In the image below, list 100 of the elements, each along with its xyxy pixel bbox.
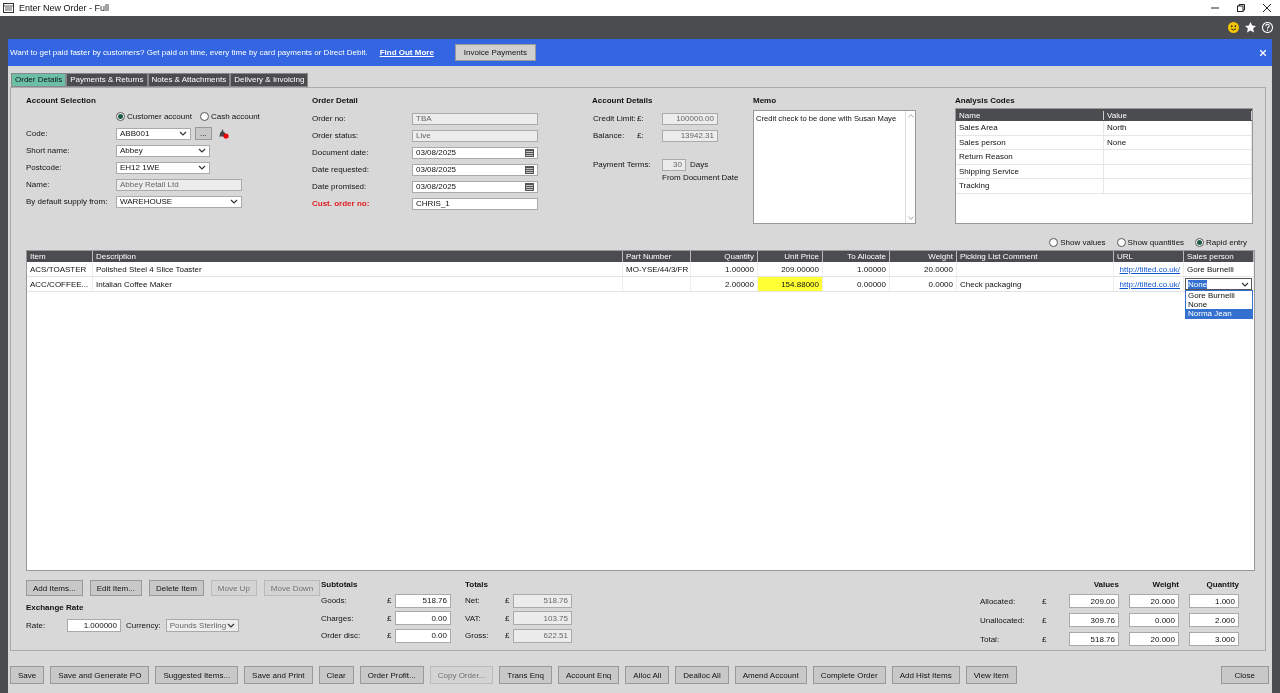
- column-header[interactable]: Unit Price: [758, 251, 823, 262]
- radio-button[interactable]: [116, 112, 125, 121]
- text-field[interactable]: CHRIS_1: [412, 197, 538, 210]
- dropdown-option[interactable]: Gore Burnelli: [1186, 291, 1252, 300]
- action-button[interactable]: Suggested Items...: [155, 666, 239, 684]
- amount-field[interactable]: 518.76: [1069, 632, 1119, 646]
- action-button[interactable]: Complete Order: [812, 666, 886, 684]
- radio-button[interactable]: [199, 112, 209, 121]
- table-cell: Gore Burnelli: [1184, 262, 1254, 276]
- rate-field[interactable]: 1.000000: [67, 619, 121, 632]
- action-button[interactable]: Account Enq: [557, 666, 620, 684]
- dropdown[interactable]: Abbey: [116, 144, 210, 157]
- radio-button[interactable]: [1116, 237, 1126, 247]
- column-header[interactable]: Part Number: [623, 251, 691, 262]
- currency-symbol: £: [1042, 634, 1048, 644]
- section-heading: Account Selection: [26, 96, 97, 107]
- amount-field[interactable]: 2.000: [1189, 613, 1239, 627]
- column-header[interactable]: Item: [27, 251, 93, 262]
- action-button[interactable]: Save and Generate PO: [50, 666, 150, 684]
- field-label: Name:: [26, 180, 51, 189]
- date-field[interactable]: 03/08/2025: [412, 146, 538, 159]
- dropdown-option[interactable]: Norma Jean: [1186, 309, 1252, 318]
- column-header[interactable]: Quantity: [691, 251, 758, 262]
- dropdown-caret-icon: [179, 131, 187, 136]
- calendar-icon[interactable]: [525, 182, 534, 191]
- smiley-icon[interactable]: [1228, 21, 1239, 33]
- url-link[interactable]: http://tilted.co.uk/: [1119, 279, 1180, 289]
- amount-field[interactable]: 0.00: [395, 611, 451, 626]
- dropdown[interactable]: WAREHOUSE: [116, 195, 242, 208]
- radio-button[interactable]: [1049, 237, 1059, 247]
- dropdown[interactable]: None: [1185, 278, 1252, 290]
- tab[interactable]: Order Details: [11, 73, 67, 87]
- item-button[interactable]: Edit Item...: [89, 580, 142, 596]
- dropdown[interactable]: ABB001: [116, 127, 191, 140]
- amount-field[interactable]: 3.000: [1189, 632, 1239, 646]
- tab[interactable]: Notes & Attachments: [147, 73, 231, 87]
- url-link[interactable]: http://tilted.co.uk/: [1119, 264, 1180, 274]
- action-button[interactable]: Dealloc All: [675, 666, 729, 684]
- action-button[interactable]: Amend Account: [734, 666, 807, 684]
- invoice-payments-button[interactable]: Invoice Payments: [454, 44, 536, 61]
- action-button[interactable]: Clear: [318, 666, 354, 684]
- column-header[interactable]: Description: [93, 251, 623, 262]
- action-button[interactable]: Save: [10, 666, 45, 684]
- tab[interactable]: Payments & Returns: [66, 73, 148, 87]
- read-only-field: Live: [412, 129, 538, 142]
- table-cell: Sales person: [956, 135, 1104, 149]
- table-cell[interactable]: North: [1104, 121, 1252, 135]
- calendar-icon[interactable]: [525, 165, 534, 174]
- dropdown[interactable]: EH12 1WE: [116, 161, 210, 174]
- column-header: Values: [1092, 580, 1119, 589]
- action-button[interactable]: View Item: [965, 666, 1017, 684]
- field-label: Code:: [26, 129, 49, 138]
- amount-field[interactable]: 0.000: [1129, 613, 1179, 627]
- table-cell: Return Reason: [956, 150, 1104, 164]
- help-icon[interactable]: [1262, 21, 1273, 33]
- star-icon[interactable]: [1245, 21, 1256, 33]
- minimize-icon[interactable]: [1211, 4, 1219, 12]
- restore-icon[interactable]: [1237, 4, 1245, 12]
- column-header[interactable]: Weight: [890, 251, 957, 262]
- find-out-more-link[interactable]: Find Out More: [379, 48, 434, 57]
- bell-alert-icon[interactable]: [217, 128, 229, 139]
- column-header[interactable]: Sales person: [1184, 251, 1254, 262]
- item-button[interactable]: Add Items...: [26, 580, 83, 596]
- dropdown-caret-icon: [1241, 281, 1249, 287]
- radio-label: Rapid entry: [1206, 237, 1247, 247]
- table-cell: Polished Steel 4 Slice Toaster: [93, 262, 623, 276]
- amount-field[interactable]: 518.76: [395, 593, 451, 608]
- column-header[interactable]: Picking List Comment: [957, 251, 1114, 262]
- action-button[interactable]: Order Profit...: [359, 666, 424, 684]
- field-label: Goods:: [321, 596, 348, 606]
- amount-field[interactable]: 20.000: [1129, 632, 1179, 646]
- amount-field[interactable]: 209.00: [1069, 594, 1119, 608]
- action-button[interactable]: Alloc All: [625, 666, 670, 684]
- radio-button[interactable]: [1195, 237, 1205, 247]
- table-cell[interactable]: None: [1104, 135, 1252, 149]
- table-cell: Shipping Service: [956, 164, 1104, 178]
- amount-field[interactable]: 0.00: [395, 628, 451, 643]
- tab[interactable]: Delivery & Invoicing: [230, 73, 309, 87]
- field-label: Allocated:: [980, 596, 1017, 606]
- column-header[interactable]: To Allocate: [823, 251, 890, 262]
- amount-field[interactable]: 20.000: [1129, 594, 1179, 608]
- close-button[interactable]: Close: [1220, 666, 1269, 684]
- dropdown-option[interactable]: None: [1186, 300, 1252, 309]
- table-cell: ACS/TOASTER: [27, 262, 93, 276]
- field-label: Payment Terms:: [593, 160, 652, 169]
- date-field[interactable]: 03/08/2025: [412, 163, 538, 176]
- field-label: Cust. order no:: [312, 199, 371, 208]
- calendar-icon[interactable]: [525, 148, 534, 157]
- item-button[interactable]: Delete Item: [148, 580, 204, 596]
- action-button[interactable]: Add Hist Items: [891, 666, 960, 684]
- action-button[interactable]: Trans Enq: [499, 666, 552, 684]
- amount-field[interactable]: 309.76: [1069, 613, 1119, 627]
- close-icon[interactable]: [1263, 4, 1271, 12]
- column-header[interactable]: URL: [1114, 251, 1184, 262]
- action-button[interactable]: Save and Print: [244, 666, 313, 684]
- amount-field[interactable]: 1.000: [1189, 594, 1239, 608]
- date-field[interactable]: 03/08/2025: [412, 180, 538, 193]
- column-header: Name: [956, 110, 1104, 120]
- lookup-button[interactable]: ...: [195, 127, 212, 140]
- section-heading: Analysis Codes: [955, 96, 1016, 107]
